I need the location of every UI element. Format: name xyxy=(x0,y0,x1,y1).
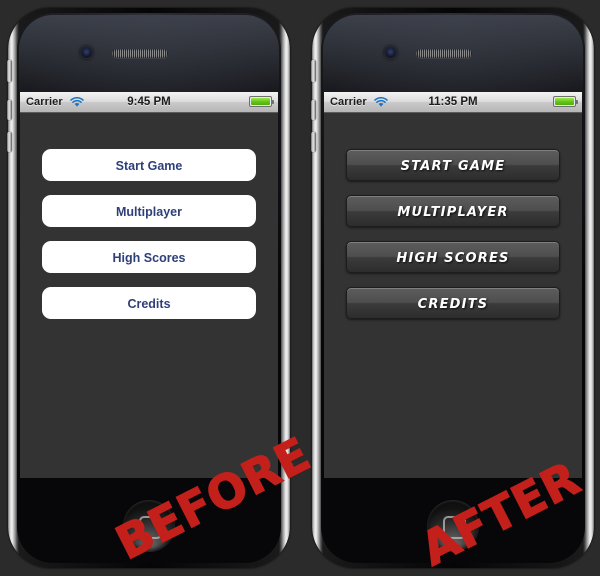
clock-label: 11:35 PM xyxy=(428,96,478,108)
credits-button[interactable]: Credits xyxy=(42,287,256,319)
battery-full-icon xyxy=(553,96,578,107)
earpiece-speaker-icon xyxy=(416,49,472,58)
battery-full-icon xyxy=(249,96,274,107)
high-scores-button[interactable]: High Scores xyxy=(42,241,256,273)
high-scores-button[interactable]: HIGH SCORES xyxy=(346,241,560,273)
comparison-stage: Carrier 9:45 PM Start Game Multiplayer H… xyxy=(0,0,600,576)
screen-before: Carrier 9:45 PM Start Game Multiplayer H… xyxy=(20,92,278,478)
start-game-button[interactable]: Start Game xyxy=(42,149,256,181)
front-camera-icon xyxy=(80,46,93,59)
mute-switch-icon[interactable] xyxy=(7,60,12,82)
multiplayer-button[interactable]: MULTIPLAYER xyxy=(346,195,560,227)
earpiece-speaker-icon xyxy=(112,49,168,58)
credits-button[interactable]: CREDITS xyxy=(346,287,560,319)
volume-down-button-icon[interactable] xyxy=(7,132,12,152)
main-menu-before: Start Game Multiplayer High Scores Credi… xyxy=(20,113,278,319)
clock-label: 9:45 PM xyxy=(127,96,171,108)
volume-down-button-icon[interactable] xyxy=(311,132,316,152)
multiplayer-button[interactable]: Multiplayer xyxy=(42,195,256,227)
screen-after: Carrier 11:35 PM START GAME MULTIPLAYER … xyxy=(324,92,582,478)
front-camera-icon xyxy=(384,46,397,59)
status-bar: Carrier 9:45 PM xyxy=(20,92,278,113)
mute-switch-icon[interactable] xyxy=(311,60,316,82)
start-game-button[interactable]: START GAME xyxy=(346,149,560,181)
volume-up-button-icon[interactable] xyxy=(311,100,316,120)
status-bar: Carrier 11:35 PM xyxy=(324,92,582,113)
volume-up-button-icon[interactable] xyxy=(7,100,12,120)
main-menu-after: START GAME MULTIPLAYER HIGH SCORES CREDI… xyxy=(324,113,582,319)
